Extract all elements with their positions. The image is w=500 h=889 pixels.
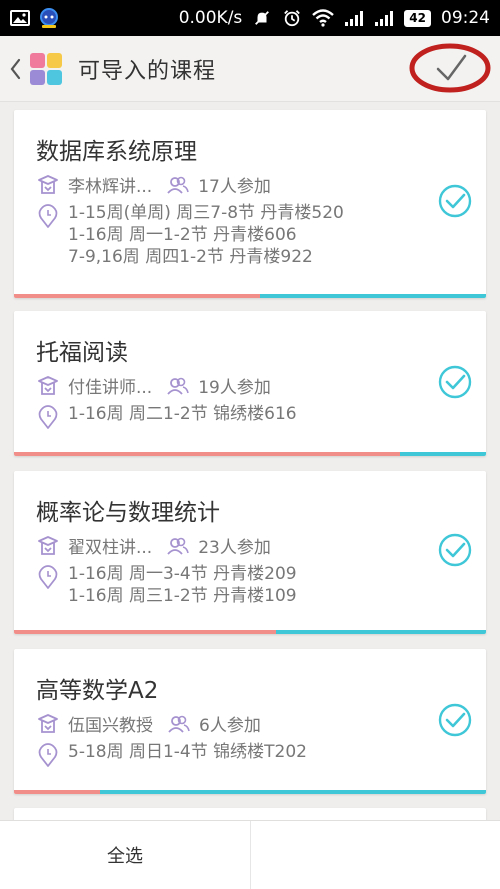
participants-icon <box>167 537 190 555</box>
bottom-action-bar: 全选 <box>0 820 500 889</box>
bottom-right-button[interactable] <box>250 821 500 889</box>
participant-count: 6人参加 <box>199 716 261 736</box>
schedule-line: 7-9,16周 周四1-2节 丹青楼922 <box>68 247 313 267</box>
teacher-name: 付佳讲师... <box>68 378 153 398</box>
course-schedule: 5-18周 周日1-4节 锦绣楼T202 <box>36 741 307 768</box>
page-title: 可导入的课程 <box>78 58 217 84</box>
card-accent-bar <box>14 452 486 456</box>
course-schedule: 1-15周(单周) 周三7-8节 丹青楼520 1-16周 周一1-2节 丹青楼… <box>36 202 344 268</box>
schedule-line: 1-16周 周一1-2节 丹青楼606 <box>68 225 297 245</box>
participant-count: 19人参加 <box>198 378 271 398</box>
status-bar: 0.00K/s 42 09:24 <box>0 0 500 36</box>
course-meta: 翟双柱讲... 23人参加 <box>36 533 271 558</box>
card-accent-bar <box>14 790 486 794</box>
selected-check-icon[interactable] <box>438 365 472 399</box>
course-card[interactable]: 概率论与数理统计 翟双柱讲... 23人参加 1-16周 周一3-4节 丹青楼2… <box>14 471 486 634</box>
course-name: 数据库系统原理 <box>36 139 197 165</box>
location-icon <box>38 743 58 767</box>
assistant-notification-icon <box>40 8 58 28</box>
schedule-line: 5-18周 周日1-4节 锦绣楼T202 <box>68 742 307 762</box>
course-list[interactable]: 数据库系统原理 李林辉讲... 17人参加 1-15周(单周) 周三7-8节 丹… <box>0 102 500 820</box>
teacher-name: 伍国兴教授 <box>68 716 153 736</box>
course-name: 高等数学A2 <box>36 678 159 704</box>
selected-check-icon[interactable] <box>438 533 472 567</box>
participant-count: 17人参加 <box>198 177 271 197</box>
participant-count: 23人参加 <box>198 538 271 558</box>
image-notification-icon <box>10 10 30 26</box>
signal-icon-2 <box>375 11 394 26</box>
wifi-icon <box>312 9 335 27</box>
course-card[interactable] <box>14 808 486 820</box>
schedule-line: 1-16周 周一3-4节 丹青楼209 <box>68 564 297 584</box>
select-all-button[interactable]: 全选 <box>0 821 250 889</box>
participants-icon <box>168 715 190 733</box>
teacher-name: 翟双柱讲... <box>68 538 153 558</box>
course-meta: 伍国兴教授 6人参加 <box>36 711 261 736</box>
selected-check-icon[interactable] <box>438 703 472 737</box>
battery-level: 42 <box>404 9 431 27</box>
course-schedule: 1-16周 周二1-2节 锦绣楼616 <box>36 403 297 430</box>
card-accent-bar <box>14 630 486 634</box>
teacher-icon <box>38 713 58 733</box>
confirm-check-icon <box>409 43 491 93</box>
schedule-line: 1-15周(单周) 周三7-8节 丹青楼520 <box>68 203 344 223</box>
course-card[interactable]: 高等数学A2 伍国兴教授 6人参加 5-18周 周日1-4节 锦绣楼T202 <box>14 649 486 794</box>
chevron-left-icon <box>10 58 21 79</box>
card-accent-bar <box>14 294 486 298</box>
signal-icon-1 <box>345 11 364 26</box>
selected-check-icon[interactable] <box>438 184 472 218</box>
course-name: 托福阅读 <box>36 340 128 366</box>
participants-icon <box>167 176 190 194</box>
participants-icon <box>167 377 190 395</box>
teacher-icon <box>38 174 58 194</box>
location-icon <box>38 405 58 429</box>
app-logo-icon <box>30 52 62 85</box>
mute-icon <box>255 11 270 25</box>
clock: 09:24 <box>441 8 490 28</box>
course-meta: 付佳讲师... 19人参加 <box>36 373 271 398</box>
teacher-icon <box>38 535 58 555</box>
schedule-line: 1-16周 周二1-2节 锦绣楼616 <box>68 404 297 424</box>
course-card[interactable]: 数据库系统原理 李林辉讲... 17人参加 1-15周(单周) 周三7-8节 丹… <box>14 110 486 298</box>
confirm-button[interactable] <box>408 42 492 94</box>
course-meta: 李林辉讲... 17人参加 <box>36 172 271 197</box>
course-schedule: 1-16周 周一3-4节 丹青楼209 1-16周 周三1-2节 丹青楼109 <box>36 563 297 607</box>
course-card[interactable]: 托福阅读 付佳讲师... 19人参加 1-16周 周二1-2节 锦绣楼616 <box>14 311 486 456</box>
course-name: 概率论与数理统计 <box>36 500 220 526</box>
network-speed: 0.00K/s <box>178 8 243 28</box>
schedule-line: 1-16周 周三1-2节 丹青楼109 <box>68 586 297 606</box>
teacher-name: 李林辉讲... <box>68 177 153 197</box>
teacher-icon <box>38 375 58 395</box>
location-icon <box>38 204 58 228</box>
location-icon <box>38 565 58 589</box>
alarm-icon <box>284 10 301 27</box>
app-header: 可导入的课程 <box>0 36 500 102</box>
back-button[interactable] <box>4 49 26 89</box>
